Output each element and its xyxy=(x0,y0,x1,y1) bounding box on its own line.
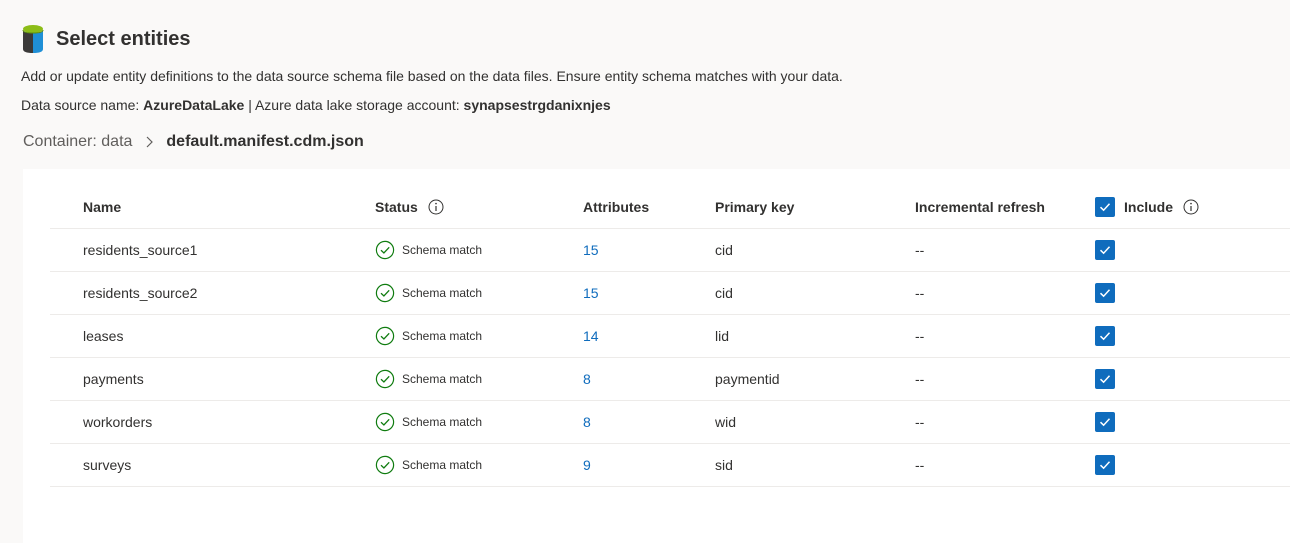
primary-key: paymentid xyxy=(715,371,780,387)
table-row[interactable]: residents_source2 Schema match 15 cid -- xyxy=(50,272,1290,315)
storage-account: synapsestrgdanixnjes xyxy=(463,97,611,113)
check-circle-icon xyxy=(375,283,395,303)
header-attributes[interactable]: Attributes xyxy=(583,186,649,228)
incremental-refresh: -- xyxy=(915,457,925,473)
chevron-right-icon xyxy=(144,136,154,148)
checkmark-icon xyxy=(1099,246,1111,255)
header-status: Status xyxy=(375,186,444,228)
header-status-label: Status xyxy=(375,199,418,215)
include-checkbox[interactable] xyxy=(1095,240,1115,260)
breadcrumb: Container: data default.manifest.cdm.jso… xyxy=(23,133,364,151)
attributes-link[interactable]: 8 xyxy=(583,358,591,400)
checkmark-icon xyxy=(1099,461,1111,470)
include-checkbox[interactable] xyxy=(1095,412,1115,432)
check-circle-icon xyxy=(375,455,395,475)
primary-key: cid xyxy=(715,285,733,301)
checkmark-icon xyxy=(1099,289,1111,298)
table-header: Name Status Attributes Primary key Incre… xyxy=(50,186,1290,229)
include-cell xyxy=(1095,315,1115,357)
table-row[interactable]: workorders Schema match 8 wid -- xyxy=(50,401,1290,444)
header-incremental-refresh[interactable]: Incremental refresh xyxy=(915,186,1045,228)
incremental-refresh: -- xyxy=(915,285,925,301)
source-name: AzureDataLake xyxy=(143,97,245,113)
table-row[interactable]: surveys Schema match 9 sid -- xyxy=(50,444,1290,487)
status-text: Schema match xyxy=(402,329,483,343)
status-text: Schema match xyxy=(402,372,483,386)
header-include-label: Include xyxy=(1124,199,1174,215)
page-description: Add or update entity definitions to the … xyxy=(21,68,843,84)
checkmark-icon xyxy=(1099,418,1111,427)
entity-name: residents_source2 xyxy=(83,285,198,301)
source-prefix: Data source name: xyxy=(21,97,144,113)
entity-name: payments xyxy=(83,371,144,387)
include-checkbox[interactable] xyxy=(1095,369,1115,389)
incremental-refresh: -- xyxy=(915,328,925,344)
page-header: Select entities xyxy=(20,24,191,54)
include-cell xyxy=(1095,358,1115,400)
breadcrumb-current: default.manifest.cdm.json xyxy=(166,133,364,150)
status-cell: Schema match xyxy=(375,358,482,400)
page-title: Select entities xyxy=(56,27,191,50)
status-cell: Schema match xyxy=(375,401,482,443)
attributes-link[interactable]: 14 xyxy=(583,315,599,357)
source-separator: | Azure data lake storage account: xyxy=(244,97,464,113)
attributes-link[interactable]: 8 xyxy=(583,401,591,443)
include-checkbox[interactable] xyxy=(1095,455,1115,475)
check-circle-icon xyxy=(375,326,395,346)
status-cell: Schema match xyxy=(375,444,482,486)
include-cell xyxy=(1095,272,1115,314)
include-checkbox[interactable] xyxy=(1095,326,1115,346)
table-row[interactable]: leases Schema match 14 lid -- xyxy=(50,315,1290,358)
primary-key: wid xyxy=(715,414,737,430)
primary-key: lid xyxy=(715,328,730,344)
status-cell: Schema match xyxy=(375,229,482,271)
include-cell xyxy=(1095,229,1115,271)
primary-key: sid xyxy=(715,457,733,473)
incremental-refresh: -- xyxy=(915,371,925,387)
checkmark-icon xyxy=(1099,375,1111,384)
checkmark-icon xyxy=(1099,203,1111,212)
entity-name: workorders xyxy=(83,414,153,430)
attributes-link[interactable]: 15 xyxy=(583,229,599,271)
include-checkbox[interactable] xyxy=(1095,283,1115,303)
status-text: Schema match xyxy=(402,243,483,257)
attributes-link[interactable]: 15 xyxy=(583,272,599,314)
info-icon[interactable] xyxy=(428,199,444,215)
checkmark-icon xyxy=(1099,332,1111,341)
check-circle-icon xyxy=(375,240,395,260)
primary-key: cid xyxy=(715,242,733,258)
data-lake-icon xyxy=(22,25,44,53)
status-cell: Schema match xyxy=(375,272,482,314)
header-name[interactable]: Name xyxy=(83,186,121,228)
info-icon[interactable] xyxy=(1183,199,1199,215)
header-include: Include xyxy=(1095,186,1199,228)
entity-name: leases xyxy=(83,328,124,344)
include-cell xyxy=(1095,401,1115,443)
status-text: Schema match xyxy=(402,458,483,472)
status-cell: Schema match xyxy=(375,315,482,357)
table-row[interactable]: payments Schema match 8 paymentid -- xyxy=(50,358,1290,401)
breadcrumb-container[interactable]: Container: data xyxy=(23,133,132,151)
select-all-checkbox[interactable] xyxy=(1095,197,1115,217)
include-cell xyxy=(1095,444,1115,486)
status-text: Schema match xyxy=(402,415,483,429)
status-text: Schema match xyxy=(402,286,483,300)
attributes-link[interactable]: 9 xyxy=(583,444,591,486)
check-circle-icon xyxy=(375,369,395,389)
header-primary-key[interactable]: Primary key xyxy=(715,186,794,228)
check-circle-icon xyxy=(375,412,395,432)
data-source-info: Data source name: AzureDataLake | Azure … xyxy=(21,97,611,113)
entities-panel: Name Status Attributes Primary key Incre… xyxy=(23,169,1290,543)
incremental-refresh: -- xyxy=(915,414,925,430)
table-row[interactable]: residents_source1 Schema match 15 cid -- xyxy=(50,229,1290,272)
entity-name: residents_source1 xyxy=(83,242,198,258)
incremental-refresh: -- xyxy=(915,242,925,258)
entity-name: surveys xyxy=(83,457,132,473)
